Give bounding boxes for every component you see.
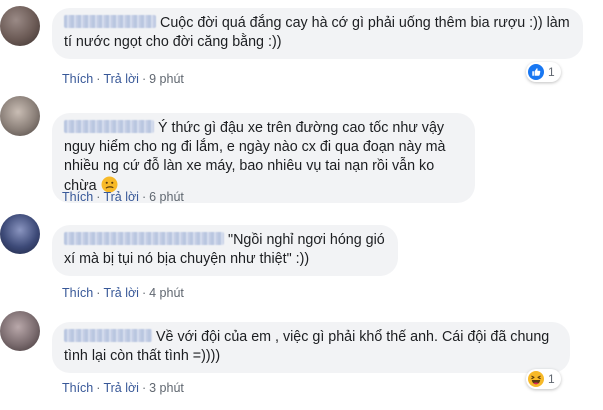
reaction-count[interactable]: 1 [526, 369, 561, 389]
like-link[interactable]: Thích [62, 381, 93, 395]
author-name-blurred[interactable] [64, 232, 224, 245]
avatar[interactable] [0, 214, 40, 254]
like-link[interactable]: Thích [62, 286, 93, 300]
comment-actions: Thích · Trả lời · 9 phút [62, 72, 184, 86]
timestamp[interactable]: 9 phút [149, 72, 184, 86]
author-name-blurred[interactable] [64, 329, 152, 342]
comment-actions: Thích · Trả lời · 3 phút [62, 381, 184, 395]
comment-bubble: "Ngồi nghỉ ngơi hóng gió xí mà bị tụi nó… [52, 225, 398, 276]
like-icon [528, 64, 544, 80]
author-name-blurred[interactable] [64, 120, 154, 133]
avatar[interactable] [0, 6, 40, 46]
author-name-blurred[interactable] [64, 15, 156, 28]
reaction-count-number: 1 [548, 65, 555, 79]
comment-actions: Thích · Trả lời · 6 phút [62, 190, 184, 204]
reply-link[interactable]: Trả lời [103, 72, 139, 86]
like-link[interactable]: Thích [62, 72, 93, 86]
reaction-count-number: 1 [548, 372, 555, 386]
comment-bubble: Về với đội của em , việc gì phải khổ thế… [52, 322, 570, 373]
reaction-count[interactable]: 1 [526, 62, 561, 82]
like-link[interactable]: Thích [62, 190, 93, 204]
reply-link[interactable]: Trả lời [103, 286, 139, 300]
haha-icon [528, 371, 544, 387]
comment-actions: Thích · Trả lời · 4 phút [62, 286, 184, 300]
reply-link[interactable]: Trả lời [103, 381, 139, 395]
comment-bubble: Cuộc đời quá đắng cay hà cớ gì phải uống… [52, 8, 583, 59]
timestamp[interactable]: 4 phút [149, 286, 184, 300]
timestamp[interactable]: 6 phút [149, 190, 184, 204]
timestamp[interactable]: 3 phút [149, 381, 184, 395]
reply-link[interactable]: Trả lời [103, 190, 139, 204]
avatar[interactable] [0, 311, 40, 351]
avatar[interactable] [0, 96, 40, 136]
